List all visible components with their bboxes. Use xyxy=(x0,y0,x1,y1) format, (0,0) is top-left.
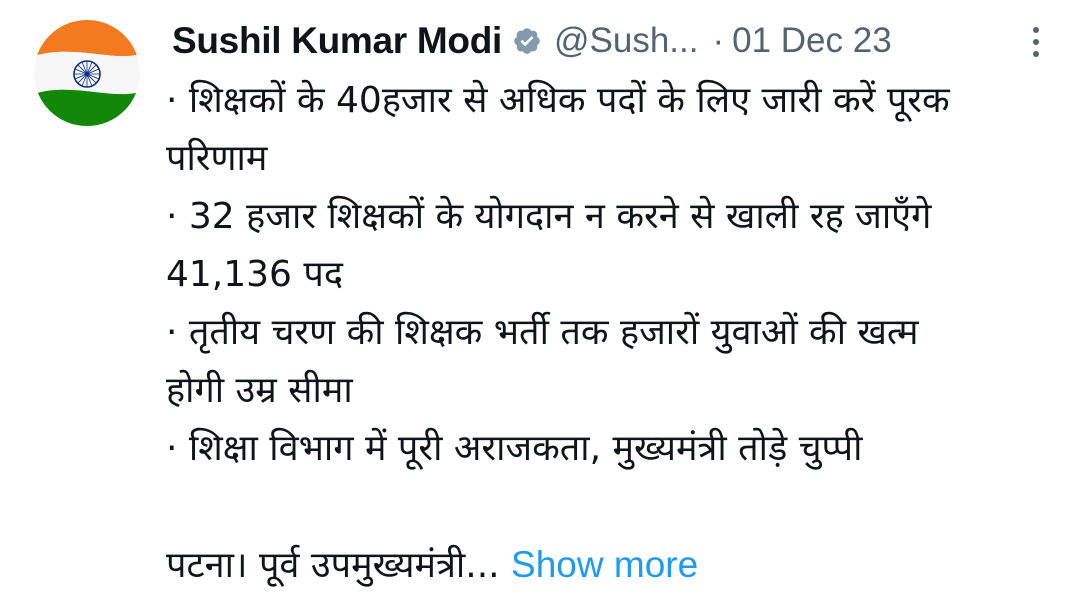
tweet-line: 41,136 पद xyxy=(166,254,343,295)
tweet-line: · शिक्षकों के 40हजार से अधिक पदों के लिए… xyxy=(166,80,950,121)
tweet-card[interactable]: Sushil Kumar Modi @Sush... · 01 Dec 23 ·… xyxy=(0,0,1080,586)
tweet-last-line: पटना। पूर्व उपमुख्यमंत्री... Show more xyxy=(166,536,1056,595)
author-avatar[interactable] xyxy=(34,20,140,126)
tweet-line: · शिक्षा विभाग में पूरी अराजकता, मुख्यमं… xyxy=(166,428,863,469)
show-more-link[interactable]: Show more xyxy=(511,544,698,585)
tweet-line: होगी उम्र सीमा xyxy=(166,370,353,411)
tweet-line: · 32 हजार शिक्षकों के योगदान न करने से ख… xyxy=(166,196,932,237)
tweet-date[interactable]: 01 Dec 23 xyxy=(732,21,892,61)
tweet-text: · शिक्षकों के 40हजार से अधिक पदों के लिए… xyxy=(166,72,1056,595)
header-separator: · xyxy=(712,21,725,60)
tweet-line: परिणाम xyxy=(166,138,268,179)
tweet-header: Sushil Kumar Modi @Sush... · 01 Dec 23 xyxy=(172,14,1052,68)
indian-flag-icon xyxy=(34,20,140,126)
author-handle[interactable]: @Sush... xyxy=(554,21,698,61)
tweet-truncated-text: पटना। पूर्व उपमुख्यमंत्री... xyxy=(166,545,500,586)
verified-badge-icon xyxy=(512,26,542,56)
author-name[interactable]: Sushil Kumar Modi xyxy=(172,20,502,62)
tweet-line: · तृतीय चरण की शिक्षक भर्ती तक हजारों यु… xyxy=(166,312,919,353)
more-vertical-icon[interactable] xyxy=(1024,22,1048,62)
